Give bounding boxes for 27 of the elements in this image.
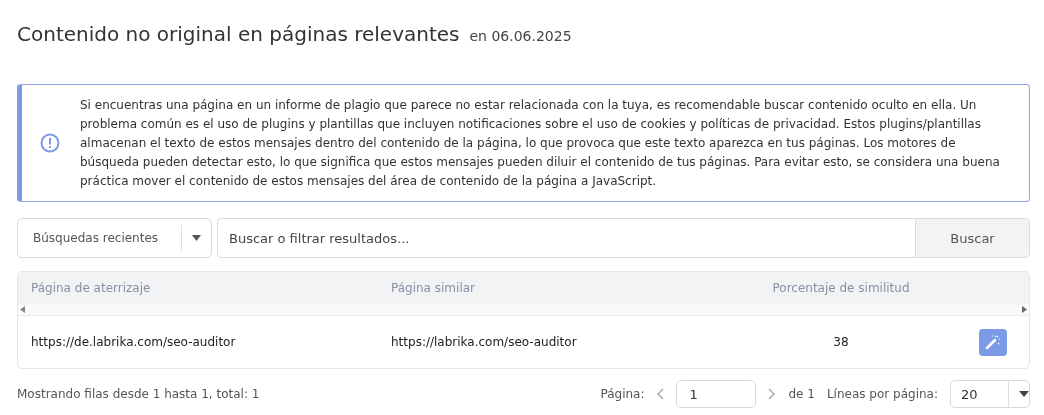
page-title: Contenido no original en páginas relevantes bbox=[17, 22, 460, 46]
rows-per-page-dropdown[interactable]: 20 bbox=[950, 380, 1030, 408]
column-header: Página de aterrizaje bbox=[31, 281, 152, 295]
report-date: en 06.06.2025 bbox=[469, 28, 572, 44]
magic-wand-icon bbox=[985, 334, 1001, 350]
notice-text: Si encuentras una página en un informe de plagio que parece no estar relacionada con la tuya, es recomendable buscar contenido oculto en ella. Un problema común es el uso de plugins y plantillas que incluyen notificaciones sobre el uso de cookies y políticas de privacidad. Estos plugins/plantillas almacenan el texto de estos mensajes dentro del contenido de la página, lo que provoca que este texto aparezca en tus páginas. Los motores de búsqueda pueden detectar esto, lo que significa que estos mensajes pueden diluir el contenido de tus páginas. Para evitar esto, se considera una buena práctica mover el contenido de estos mensajes del área de contenido de la página a JavaScript. bbox=[80, 96, 1001, 190]
search-button[interactable]: Buscar bbox=[915, 218, 1030, 258]
table-cell-text: 38 bbox=[832, 335, 850, 349]
scroll-right-icon[interactable] bbox=[1022, 306, 1027, 313]
page-label: Página: bbox=[600, 387, 645, 401]
search-field[interactable]: Buscar o filtrar resultados... bbox=[217, 218, 915, 258]
page-number-field[interactable]: 1 bbox=[676, 380, 757, 408]
scroll-left-icon[interactable] bbox=[20, 306, 25, 313]
info-icon bbox=[40, 133, 60, 153]
table-cell-text: https://de.labrika.com/seo-auditor bbox=[31, 335, 237, 349]
next-page-icon[interactable] bbox=[768, 388, 777, 400]
caret-icon bbox=[1019, 391, 1029, 397]
magic-wand-button[interactable] bbox=[979, 328, 1007, 356]
rows-per-page-label: Líneas por página: bbox=[826, 387, 938, 401]
column-header: Porcentaje de similitud bbox=[771, 281, 911, 295]
column-header: Página similar bbox=[391, 281, 476, 295]
rows-summary: Mostrando filas desde 1 hasta 1, total: 1 bbox=[17, 387, 260, 401]
recent-searches-dropdown[interactable]: Búsquedas recientes bbox=[17, 218, 212, 258]
table-cell-text: https://labrika.com/seo-auditor bbox=[391, 335, 578, 349]
previous-page-icon[interactable] bbox=[656, 388, 665, 400]
page-total: de 1 bbox=[788, 387, 815, 401]
caret-icon bbox=[192, 235, 201, 241]
